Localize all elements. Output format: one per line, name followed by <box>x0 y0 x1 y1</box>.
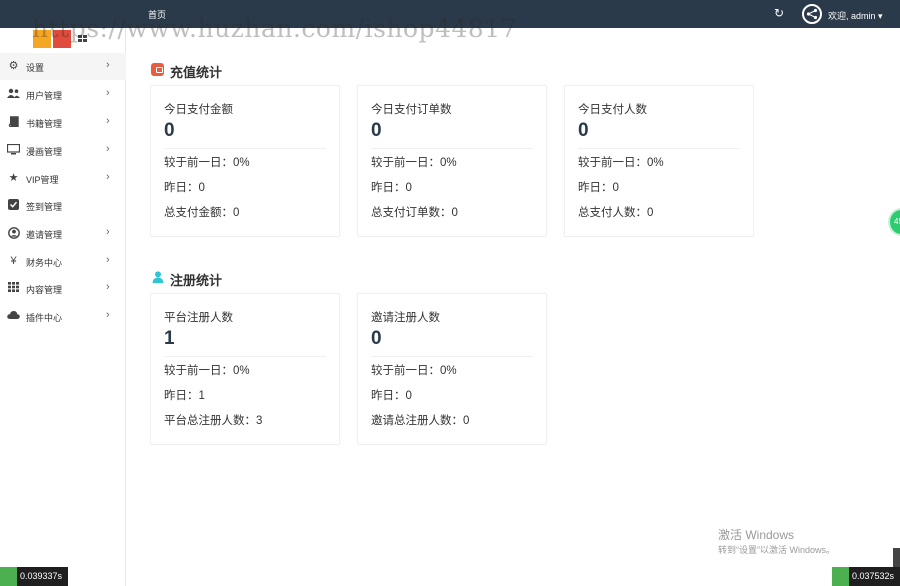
sidebar-item-plugins[interactable]: 插件中心 › <box>0 303 126 330</box>
cloud-icon <box>7 310 20 323</box>
debug-timer-value: 0.037532s <box>852 571 895 581</box>
check-square-icon <box>7 199 20 212</box>
gears-icon: ⚙ <box>8 60 19 72</box>
stat-card-compare: 较于前一日：0% <box>164 365 250 377</box>
sidebar-item-label: 内容管理 <box>26 285 63 295</box>
stat-card: 今日支付订单数 0 较于前一日：0% 昨日：0 总支付订单数：0 <box>357 85 547 237</box>
chevron-right-icon: › <box>106 254 110 266</box>
stat-card-compare: 较于前一日：0% <box>164 157 250 169</box>
stat-card-value: 0 <box>371 328 382 349</box>
sidebar-item-vip[interactable]: ★ VIP管理 › <box>0 165 126 192</box>
debug-logo-icon <box>832 567 849 586</box>
stat-card: 今日支付人数 0 较于前一日：0% 昨日：0 总支付人数：0 <box>564 85 754 237</box>
sidebar-item-label: VIP管理 <box>26 175 59 185</box>
stat-card-compare: 较于前一日：0% <box>371 365 457 377</box>
share-icon <box>806 8 818 20</box>
stat-card-total: 总支付金额：0 <box>164 207 240 219</box>
divider <box>371 356 533 357</box>
book-icon <box>7 116 20 129</box>
section-title-register: 注册统计 <box>170 273 223 288</box>
sidebar-item-comics[interactable]: 漫画管理 › <box>0 137 126 164</box>
stat-card-value: 0 <box>164 120 175 141</box>
debug-timer-value: 0.039337s <box>20 571 63 581</box>
stat-card-yesterday: 昨日：0 <box>371 390 412 402</box>
user-avatar[interactable] <box>802 4 822 24</box>
chevron-right-icon: › <box>106 309 110 321</box>
divider <box>164 148 326 149</box>
user-circle-icon <box>7 227 20 240</box>
wallet-icon <box>151 63 164 76</box>
divider <box>164 356 326 357</box>
yen-icon: ¥ <box>10 255 17 267</box>
stat-card: 今日支付金额 0 较于前一日：0% 昨日：0 总支付金额：0 <box>150 85 340 237</box>
stat-card-title: 今日支付金额 <box>164 104 233 116</box>
stat-card-title: 今日支付人数 <box>578 104 647 116</box>
watermark-text: https://www.huzhan.com/ishop44817 <box>32 14 518 43</box>
chevron-right-icon: › <box>106 87 110 99</box>
divider <box>371 148 533 149</box>
debug-timer-left[interactable]: 0.039337s <box>0 567 68 586</box>
stat-card-compare: 较于前一日：0% <box>371 157 457 169</box>
sidebar-item-settings[interactable]: ⚙ 设置 › <box>0 53 126 80</box>
stat-card-value: 0 <box>578 120 589 141</box>
sidebar-item-label: 漫画管理 <box>26 147 63 157</box>
chevron-right-icon: › <box>106 59 110 71</box>
section-title-recharge: 充值统计 <box>170 65 223 80</box>
stat-card-total: 平台总注册人数：3 <box>164 415 263 427</box>
chevron-right-icon: › <box>106 171 110 183</box>
chevron-right-icon: › <box>106 281 110 293</box>
sidebar-item-label: 书籍管理 <box>26 119 63 129</box>
sidebar-item-content[interactable]: 内容管理 › <box>0 275 126 302</box>
stat-card-yesterday: 昨日：0 <box>578 182 619 194</box>
chevron-right-icon: › <box>106 143 110 155</box>
sidebar: ⚙ 设置 › 用户管理 › 书籍管理 › 漫画管理 › ★ VIP管理 › 签到… <box>0 28 126 586</box>
stat-card-value: 1 <box>164 328 175 349</box>
floating-chat-button[interactable]: 45 <box>888 208 900 236</box>
monitor-icon <box>6 143 21 157</box>
user-icon <box>152 271 164 283</box>
stat-card-title: 今日支付订单数 <box>371 104 452 116</box>
windows-activation-title: 激活 Windows <box>718 528 795 542</box>
scrollbar-edge <box>893 548 900 567</box>
windows-activation-subtitle: 转到“设置”以激活 Windows。 <box>718 545 836 555</box>
stat-card-compare: 较于前一日：0% <box>578 157 664 169</box>
sidebar-item-books[interactable]: 书籍管理 › <box>0 109 126 136</box>
sidebar-item-users[interactable]: 用户管理 › <box>0 81 126 108</box>
stat-card-yesterday: 昨日：1 <box>164 390 205 402</box>
sidebar-item-label: 签到管理 <box>26 202 63 212</box>
debug-timer-right[interactable]: 0.037532s <box>832 567 900 586</box>
sidebar-item-label: 财务中心 <box>26 258 63 268</box>
sidebar-item-label: 插件中心 <box>26 313 63 323</box>
sidebar-item-label: 设置 <box>26 63 45 73</box>
sidebar-item-signin[interactable]: 签到管理 <box>0 192 126 219</box>
sidebar-item-invite[interactable]: 邀请管理 › <box>0 220 126 247</box>
stat-card-value: 0 <box>371 120 382 141</box>
stat-card-yesterday: 昨日：0 <box>371 182 412 194</box>
sidebar-item-finance[interactable]: ¥ 财务中心 › <box>0 248 126 275</box>
stat-card-yesterday: 昨日：0 <box>164 182 205 194</box>
stat-card-total: 邀请总注册人数：0 <box>371 415 470 427</box>
chevron-right-icon: › <box>106 226 110 238</box>
debug-logo-icon <box>0 567 17 586</box>
stat-card-total: 总支付人数：0 <box>578 207 654 219</box>
sidebar-item-label: 邀请管理 <box>26 230 63 240</box>
refresh-icon[interactable]: ↻ <box>774 6 786 20</box>
divider <box>578 148 740 149</box>
grid-icon <box>7 282 20 295</box>
stat-card: 平台注册人数 1 较于前一日：0% 昨日：1 平台总注册人数：3 <box>150 293 340 445</box>
user-menu-dropdown[interactable]: 欢迎, admin ▾ <box>828 9 883 22</box>
stat-card-title: 邀请注册人数 <box>371 312 440 324</box>
stat-card-title: 平台注册人数 <box>164 312 233 324</box>
chevron-right-icon: › <box>106 115 110 127</box>
star-icon: ★ <box>8 172 19 184</box>
sidebar-item-label: 用户管理 <box>26 91 63 101</box>
users-icon <box>7 88 20 101</box>
stat-card: 邀请注册人数 0 较于前一日：0% 昨日：0 邀请总注册人数：0 <box>357 293 547 445</box>
stat-card-total: 总支付订单数：0 <box>371 207 458 219</box>
